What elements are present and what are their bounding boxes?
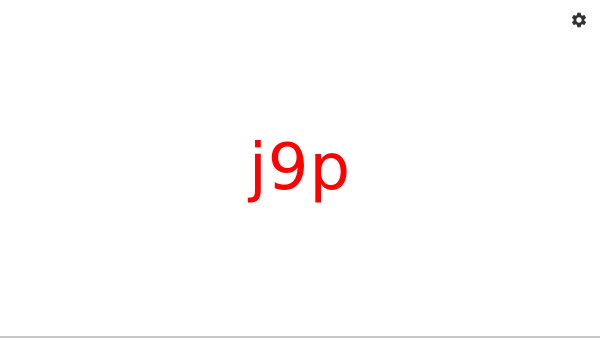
- display-text: j9p: [248, 131, 352, 205]
- gear-icon: [570, 11, 588, 29]
- settings-button[interactable]: [570, 11, 588, 29]
- app-window: j9p: [0, 0, 600, 338]
